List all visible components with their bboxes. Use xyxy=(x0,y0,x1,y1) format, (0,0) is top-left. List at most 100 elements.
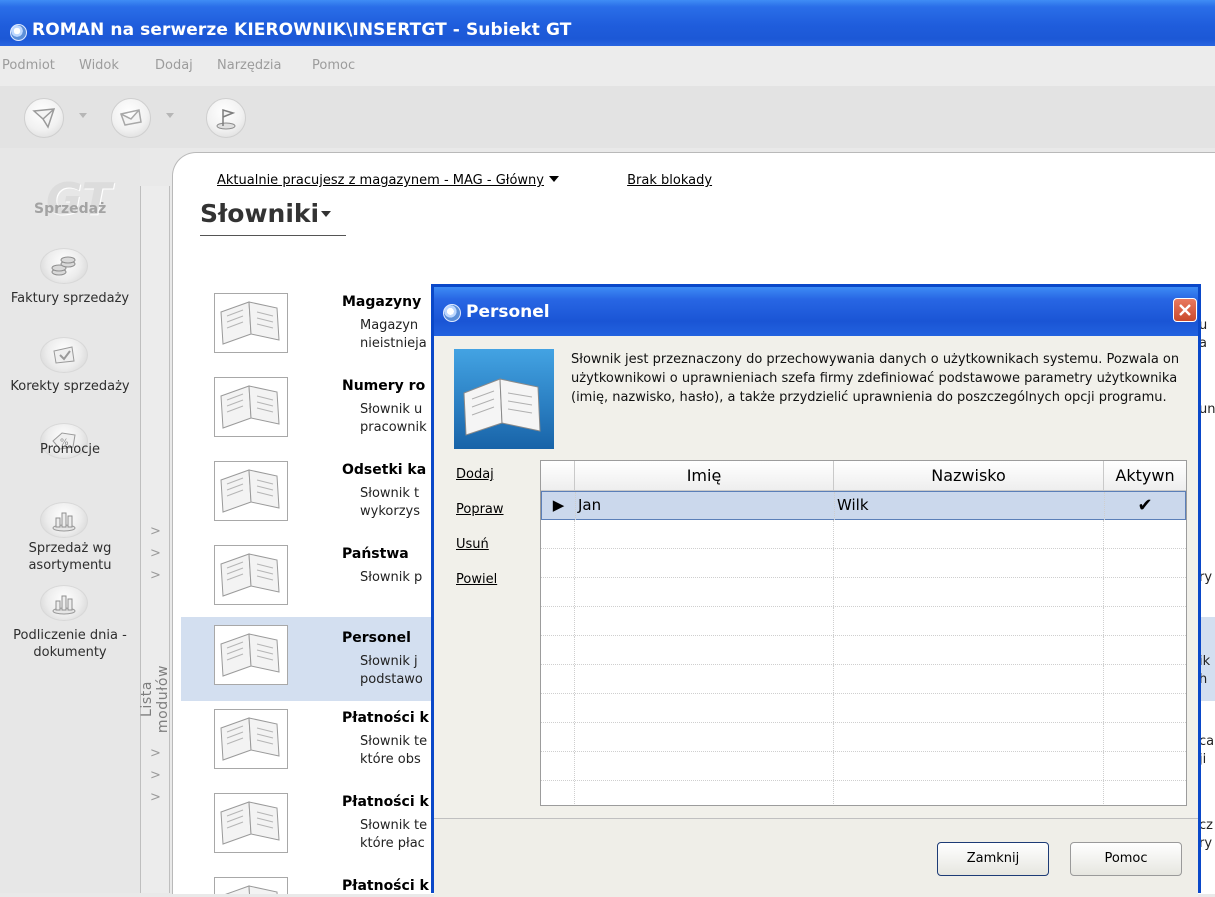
module-list-strip[interactable]: > > > Lista modułów > > > xyxy=(139,186,171,893)
dictionary-description-tail: un xyxy=(1199,402,1215,417)
table-row-empty[interactable] xyxy=(541,549,1186,578)
dictionary-book-icon xyxy=(214,625,288,685)
delete-link[interactable]: Usuń xyxy=(456,537,489,552)
module-name: Sprzedaż xyxy=(34,201,107,217)
dictionary-name: Magazyny xyxy=(342,294,422,310)
flag-button[interactable] xyxy=(206,98,246,138)
check-icon[interactable]: ✔ xyxy=(1105,492,1185,520)
chevron-right-icon[interactable]: > xyxy=(150,568,161,583)
sidebar-item-promocje[interactable]: Promocje xyxy=(0,441,140,458)
bar-chart-icon xyxy=(40,585,88,621)
chevron-right-icon[interactable]: > xyxy=(150,790,161,805)
table-row-empty[interactable] xyxy=(541,694,1186,723)
dialog-title: Personel xyxy=(466,302,550,322)
zamknij-button[interactable]: Zamknij xyxy=(937,842,1049,876)
dictionary-book-icon xyxy=(214,709,288,769)
menu-narzedzia[interactable]: Narzędzia xyxy=(217,58,282,73)
table-row-empty[interactable] xyxy=(541,752,1186,781)
window-title: ROMAN na serwerze KIEROWNIK\INSERTGT - S… xyxy=(32,20,572,40)
column-header-imie[interactable]: Imię xyxy=(575,461,859,491)
dictionary-name: Płatności k xyxy=(342,710,429,726)
subiekt-app-icon xyxy=(10,24,27,41)
sidebar-item-label: Faktury sprzedaży xyxy=(10,291,130,306)
menu-dodaj[interactable]: Dodaj xyxy=(155,58,193,73)
receive-dropdown-arrow[interactable] xyxy=(166,113,174,118)
coins-icon xyxy=(40,248,88,284)
close-button[interactable] xyxy=(1173,298,1197,322)
table-row-empty[interactable] xyxy=(541,607,1186,636)
table-row-empty[interactable] xyxy=(541,520,1186,549)
bar-chart-icon xyxy=(40,502,88,538)
personel-grid[interactable]: Imię Nazwisko Aktywn ▶ Jan Wilk ✔ xyxy=(540,460,1187,806)
sidebar-item-podliczenie-dnia[interactable]: Podliczenie dnia - dokumenty xyxy=(0,627,144,661)
dictionary-description: Słownik p xyxy=(360,570,423,585)
module-list-label: Lista modułów xyxy=(139,664,171,734)
sidebar-item-sprzedaz-wg-asortymentu[interactable]: Sprzedaż wg asortymentu xyxy=(0,540,140,574)
toolbar xyxy=(0,86,1215,148)
dictionary-book-icon xyxy=(214,461,288,521)
receive-icon xyxy=(120,109,142,126)
personel-dialog: Personel Słownik jest przeznaczony do pr… xyxy=(431,284,1201,897)
dictionary-description: Słownik te które obs xyxy=(360,734,428,767)
dictionary-name: Numery ro xyxy=(342,378,426,394)
sidebar-item-korekty[interactable]: Korekty sprzedaży xyxy=(0,378,140,395)
chevron-right-icon[interactable]: > xyxy=(150,546,161,561)
chevron-down-icon[interactable] xyxy=(321,211,332,217)
column-header-nazwisko[interactable]: Nazwisko xyxy=(834,461,1104,491)
menu-pomoc[interactable]: Pomoc xyxy=(312,58,355,73)
dictionary-description: Słownik j podstawo xyxy=(360,654,423,687)
dictionary-description: Słownik te które płac xyxy=(360,818,428,851)
receive-button[interactable] xyxy=(111,98,151,138)
warehouse-selector[interactable]: Aktualnie pracujesz z magazynem - MAG - … xyxy=(217,173,544,188)
table-row-empty[interactable] xyxy=(541,636,1186,665)
send-icon xyxy=(32,108,56,129)
dictionary-book-icon xyxy=(214,545,288,605)
duplicate-link[interactable]: Powiel xyxy=(456,572,497,587)
column-header-aktywny[interactable]: Aktywn xyxy=(1104,461,1186,491)
send-button[interactable] xyxy=(24,98,64,138)
chevron-down-icon[interactable] xyxy=(548,176,559,182)
send-dropdown-arrow[interactable] xyxy=(79,113,87,118)
sidebar-item-label: Korekty sprzedaży xyxy=(10,379,130,394)
dictionary-book-icon xyxy=(214,793,288,853)
menu-bar: Podmiot Widok Dodaj Narzędzia Pomoc xyxy=(0,46,1215,86)
dictionary-name: Płatności k xyxy=(342,878,429,894)
dictionary-name: Odsetki ka xyxy=(342,462,427,478)
dialog-titlebar[interactable]: Personel xyxy=(434,287,1198,336)
dictionary-name: Personel xyxy=(342,630,411,646)
menu-podmiot[interactable]: Podmiot xyxy=(2,58,55,73)
status-line: Aktualnie pracujesz z magazynem - MAG - … xyxy=(217,173,712,188)
cell-nazwisko[interactable]: Wilk xyxy=(835,492,1105,520)
grid-row-header xyxy=(541,461,575,491)
edit-link[interactable]: Popraw xyxy=(456,502,504,517)
table-row-empty[interactable] xyxy=(541,578,1186,607)
dialog-description: Słownik jest przeznaczony do przechowywa… xyxy=(571,352,1180,405)
sidebar-item-faktury[interactable]: Faktury sprzedaży xyxy=(0,290,140,307)
gt-logo: GT xyxy=(46,174,112,225)
dictionary-description: Słownik u pracownik xyxy=(360,402,427,435)
sidebar-item-label: Podliczenie dnia - dokumenty xyxy=(13,628,127,660)
table-row-empty[interactable] xyxy=(541,723,1186,752)
chevron-right-icon[interactable]: > xyxy=(150,524,161,539)
chevron-right-icon[interactable]: > xyxy=(150,768,161,783)
add-link[interactable]: Dodaj xyxy=(456,467,494,482)
sidebar-item-label: Promocje xyxy=(40,442,100,457)
table-row[interactable]: ▶ Jan Wilk ✔ xyxy=(541,491,1186,520)
table-row-empty[interactable] xyxy=(541,781,1186,810)
help-button[interactable]: Pomoc xyxy=(1070,842,1182,876)
page-title[interactable]: Słowniki xyxy=(200,199,332,228)
subiekt-app-icon xyxy=(443,304,461,322)
row-indicator-icon: ▶ xyxy=(542,492,576,520)
dictionary-description: Słownik t wykorzys xyxy=(360,486,420,519)
dictionary-description: Magazyn nieistnieja xyxy=(360,318,427,351)
dictionary-name: Płatności k xyxy=(342,794,429,810)
dictionary-name: Państwa xyxy=(342,546,409,562)
correction-icon xyxy=(40,337,88,373)
dictionary-description-tail: cz ry xyxy=(1199,818,1213,851)
menu-widok[interactable]: Widok xyxy=(79,58,119,73)
cell-imie[interactable]: Jan xyxy=(576,492,835,520)
page-title-underline xyxy=(200,235,346,236)
lock-status-link[interactable]: Brak blokady xyxy=(627,173,712,188)
table-row-empty[interactable] xyxy=(541,665,1186,694)
chevron-right-icon[interactable]: > xyxy=(150,746,161,761)
